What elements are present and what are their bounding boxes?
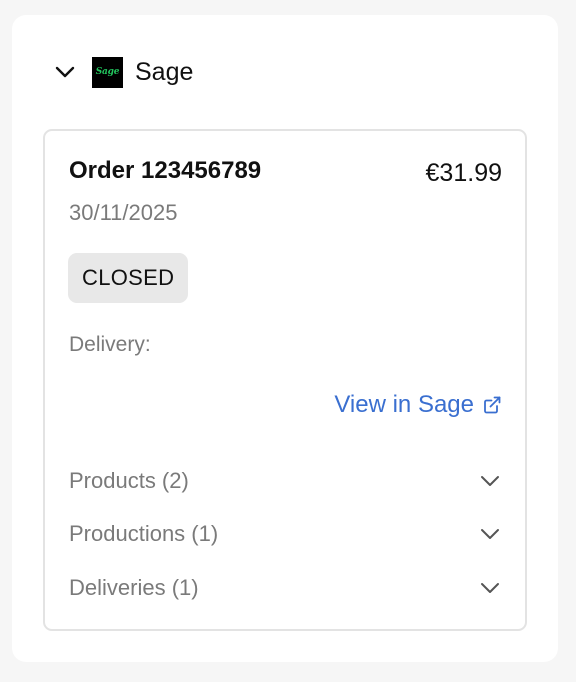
view-in-sage-label: View in Sage [334,391,474,418]
section-label: Productions (1) [69,521,219,546]
integration-panel: Sage Sage Order 123456789 €31.99 30/11/2… [12,15,558,662]
section-label: Deliveries (1) [69,575,199,600]
section-label: Products (2) [69,468,189,493]
delivery-label: Delivery: [69,333,151,356]
sage-logo: Sage [92,56,123,88]
view-in-sage-link[interactable]: View in Sage [334,391,502,419]
integration-header[interactable]: Sage Sage [54,55,193,89]
order-title: Order 123456789 [69,157,262,184]
chevron-down-icon[interactable] [478,469,502,493]
status-badge: CLOSED [68,253,189,303]
chevron-down-icon[interactable] [54,61,76,83]
external-link-icon [482,395,502,415]
section-products[interactable]: Products (2) [69,466,502,496]
chevron-down-icon[interactable] [478,576,502,600]
section-deliveries[interactable]: Deliveries (1) [69,573,502,603]
order-amount: €31.99 [425,159,502,187]
chevron-down-icon[interactable] [478,522,502,546]
integration-name: Sage [135,57,194,86]
order-date: 30/11/2025 [69,200,178,225]
section-productions[interactable]: Productions (1) [69,519,502,549]
order-card: Order 123456789 €31.99 30/11/2025 CLOSED… [43,129,527,631]
